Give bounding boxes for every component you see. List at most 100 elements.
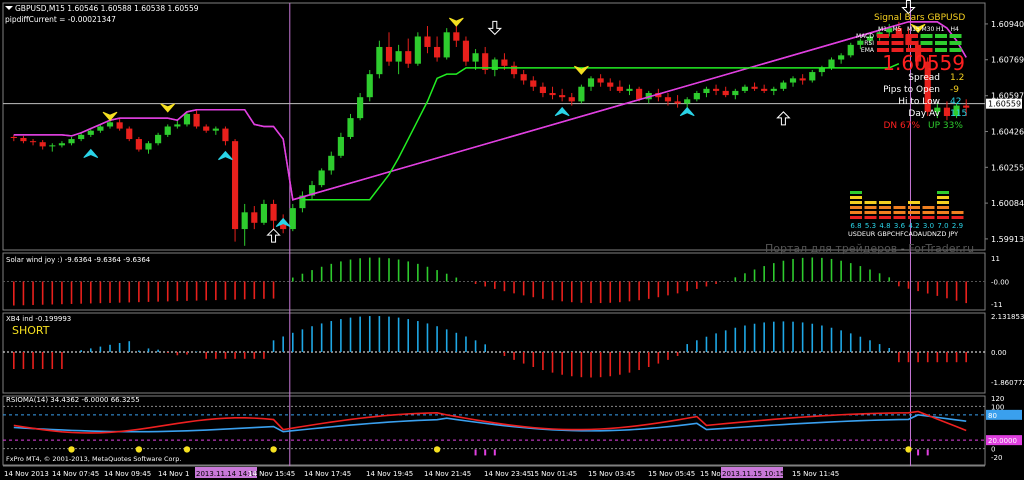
x4-axis-bottom: -1.860772 bbox=[991, 379, 1024, 387]
solar-axis-bottom: -11 bbox=[991, 301, 1002, 309]
rsioma-signal-line bbox=[13, 414, 967, 433]
rsi-axis-label: 20.0000 bbox=[988, 437, 1017, 445]
candle-body bbox=[722, 90, 729, 96]
candle-body bbox=[539, 86, 546, 94]
price-axis-label: 1.60769 bbox=[991, 56, 1024, 65]
candle-body bbox=[328, 155, 335, 171]
yellow-arrow-icon bbox=[160, 103, 176, 113]
trading-chart: 1.609401.607691.605971.604261.602551.600… bbox=[2, 0, 1024, 478]
candle-body bbox=[212, 128, 219, 131]
dropdown-icon bbox=[5, 6, 13, 10]
signal-cell bbox=[906, 34, 918, 38]
candle-body bbox=[809, 72, 816, 81]
candle-body bbox=[376, 46, 383, 75]
candle-body bbox=[126, 128, 133, 140]
spread-label: Spread bbox=[908, 73, 940, 83]
candle-body bbox=[183, 113, 191, 125]
solar-label: Solar wind joy :) -9.6364 -9.6364 -9.636… bbox=[6, 256, 151, 264]
candle-body bbox=[434, 46, 441, 58]
strength-bar bbox=[864, 206, 877, 209]
signal-panel-title: Signal Bars GBPUSD bbox=[874, 13, 965, 23]
candle-body bbox=[780, 82, 787, 89]
rsi-dot-icon bbox=[183, 446, 191, 453]
strength-value: 4.2 bbox=[908, 222, 919, 230]
cyan-arrow-icon bbox=[679, 106, 695, 117]
strength-bar bbox=[951, 216, 964, 219]
candle-body bbox=[49, 145, 56, 147]
candle-body bbox=[597, 78, 604, 83]
rsi-dot-icon bbox=[68, 446, 75, 453]
candle-body bbox=[453, 32, 460, 41]
spread-value: 1.2 bbox=[950, 73, 964, 83]
timeframe-label: H1 bbox=[936, 26, 945, 33]
currency-pairs-label: USDEUR GBPCHFCADAUDNZD JPY bbox=[848, 230, 958, 238]
time-axis-label: 14 Nov 19:45 bbox=[366, 470, 413, 478]
rsi-dot-icon bbox=[135, 446, 143, 453]
strength-bar bbox=[908, 216, 920, 219]
candle-body bbox=[770, 88, 777, 91]
candle-body bbox=[251, 212, 258, 223]
cyan-arrow-icon bbox=[218, 150, 233, 161]
timeframe-label: M15 bbox=[907, 26, 920, 33]
candle-body bbox=[174, 124, 181, 127]
candle-body bbox=[357, 97, 364, 119]
signal-cell bbox=[949, 34, 962, 38]
indicator-label: RSI bbox=[864, 40, 874, 47]
candle-body bbox=[799, 78, 806, 81]
price-axis-label: 1.60940 bbox=[991, 20, 1024, 29]
rsi-axis-label: 80 bbox=[988, 412, 997, 420]
candle-body bbox=[712, 88, 720, 91]
x4-histogram bbox=[13, 316, 967, 378]
candle-body bbox=[501, 59, 508, 66]
candle-body bbox=[241, 212, 248, 230]
candle-body bbox=[289, 208, 296, 230]
strength-bar bbox=[937, 201, 949, 204]
strength-bar bbox=[937, 206, 949, 209]
time-axis-label: 14 Nov 09:45 bbox=[104, 470, 151, 478]
rsi-dot-icon bbox=[270, 446, 277, 453]
timeframe-label: M5 bbox=[893, 26, 902, 33]
candle-body bbox=[472, 53, 479, 62]
signal-cell bbox=[891, 41, 904, 45]
candle-body bbox=[414, 36, 421, 64]
up-label: UP 33% bbox=[928, 121, 963, 131]
candle-body bbox=[318, 170, 325, 186]
candle-body bbox=[405, 51, 412, 64]
dayav-value: 115 bbox=[950, 109, 967, 119]
candle-body bbox=[145, 143, 152, 150]
strength-value: 5.3 bbox=[865, 222, 876, 230]
candle-body bbox=[559, 95, 566, 98]
solar-axis-zero: -0.00 bbox=[991, 279, 1009, 287]
signal-cell bbox=[906, 41, 918, 45]
candle-body bbox=[587, 78, 595, 87]
rsi-dot-icon bbox=[433, 446, 441, 453]
candle-body bbox=[732, 90, 739, 96]
candle-body bbox=[664, 97, 672, 102]
strength-value: 4.8 bbox=[879, 222, 890, 230]
strength-bar bbox=[893, 211, 906, 214]
strength-bar bbox=[922, 216, 935, 219]
rsi-tick bbox=[474, 449, 477, 456]
strength-bar bbox=[908, 211, 920, 214]
x4-panel bbox=[2, 312, 986, 394]
candle-body bbox=[116, 122, 123, 129]
time-axis-label: 14 Nov 23:45 bbox=[484, 470, 531, 478]
candle-body bbox=[761, 88, 768, 91]
candle-body bbox=[270, 203, 277, 221]
strength-bar bbox=[937, 196, 949, 199]
strength-bar bbox=[864, 216, 877, 219]
candle-body bbox=[616, 86, 623, 91]
main-panel bbox=[2, 2, 986, 251]
rsi-tick bbox=[926, 449, 929, 456]
strength-bar bbox=[922, 206, 935, 209]
candle-body bbox=[366, 74, 373, 98]
candle-body bbox=[530, 80, 537, 87]
strength-bar bbox=[850, 201, 862, 204]
candle-body bbox=[741, 86, 749, 91]
signal-cell bbox=[877, 41, 889, 45]
chart-title: GBPUSD,M15 1.60546 1.60588 1.60538 1.605… bbox=[15, 4, 199, 13]
rsi-tick bbox=[484, 449, 487, 456]
rsi-axis-label: 0 bbox=[991, 446, 995, 454]
strength-bar bbox=[864, 211, 877, 214]
signal-cell bbox=[920, 34, 933, 38]
